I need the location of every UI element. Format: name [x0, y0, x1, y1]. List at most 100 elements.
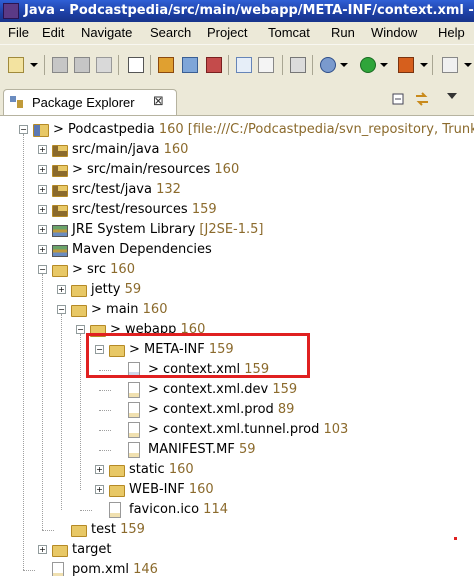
revision-count: 59 — [234, 442, 256, 457]
expand-icon[interactable]: + — [38, 225, 47, 234]
dirty-marker: > — [148, 422, 164, 437]
revision-count: 114 — [199, 502, 228, 517]
tree-item[interactable]: favicon.ico 114 — [0, 500, 474, 520]
collapse-icon[interactable]: − — [19, 125, 28, 134]
tree-item[interactable]: − > main 160 — [0, 300, 474, 320]
revision-count: 160 — [106, 262, 135, 277]
tree-item[interactable]: > context.xml.dev 159 — [0, 380, 474, 400]
revision-count: 160 [file:///C:/Podcastpedia/svn_reposit… — [154, 122, 474, 137]
collapse-icon[interactable]: − — [76, 325, 85, 334]
tree-item[interactable]: + src/test/java 132 — [0, 180, 474, 200]
run-dropdown-icon[interactable] — [380, 63, 388, 67]
tree-item[interactable]: > context.xml.tunnel.prod 103 — [0, 420, 474, 440]
tree-item[interactable]: − > Podcastpedia 160 [file:///C:/Podcastp… — [0, 120, 474, 140]
item-name: target — [72, 542, 112, 557]
stop-server-icon[interactable] — [206, 57, 222, 73]
expand-icon[interactable]: + — [57, 285, 66, 294]
tree-item-label: > context.xml.prod 89 — [148, 402, 294, 417]
menu-edit[interactable]: Edit — [42, 25, 64, 40]
expand-icon[interactable]: + — [38, 185, 47, 194]
package-explorer-icon — [10, 96, 23, 108]
print-icon[interactable] — [96, 57, 112, 73]
highlight-box — [86, 333, 310, 378]
item-name: JRE System Library — [72, 222, 196, 237]
menu-run[interactable]: Run — [331, 25, 355, 40]
view-menu-icon[interactable] — [446, 91, 458, 101]
expand-icon[interactable]: + — [38, 205, 47, 214]
collapse-icon[interactable]: − — [38, 265, 47, 274]
tree-item[interactable]: − > src 160 — [0, 260, 474, 280]
external-tools-dropdown-icon[interactable] — [420, 63, 428, 67]
new-package-dropdown-icon[interactable] — [464, 63, 472, 67]
view-header: Package Explorer ⊠ — [0, 85, 474, 115]
tree-item-label: static 160 — [129, 462, 194, 477]
tree-item[interactable]: MANIFEST.MF 59 — [0, 440, 474, 460]
tab-package-explorer[interactable]: Package Explorer ⊠ — [3, 89, 177, 115]
tree-item[interactable]: + JRE System Library [J2SE-1.5] — [0, 220, 474, 240]
external-tools-icon[interactable] — [398, 57, 414, 73]
library-icon — [52, 245, 68, 257]
debug-icon[interactable] — [320, 57, 336, 73]
save-icon[interactable] — [52, 57, 68, 73]
tree-item[interactable]: pom.xml 146 — [0, 560, 474, 576]
eclipse-window: Java - Podcastpedia/src/main/webapp/META… — [0, 0, 474, 576]
tree-item[interactable]: + WEB-INF 160 — [0, 480, 474, 500]
save-all-icon[interactable] — [74, 57, 90, 73]
pin-icon[interactable] — [290, 57, 306, 73]
expand-icon[interactable]: + — [38, 145, 47, 154]
tree-item-label: JRE System Library [J2SE-1.5] — [72, 222, 264, 237]
menu-search[interactable]: Search — [150, 25, 191, 40]
paragraph-icon[interactable] — [258, 57, 274, 73]
window-title: Java - Podcastpedia/src/main/webapp/META… — [24, 3, 474, 18]
expand-icon[interactable]: + — [95, 485, 104, 494]
menu-help[interactable]: Help — [438, 25, 465, 40]
tree-item[interactable]: + Maven Dependencies — [0, 240, 474, 260]
new-dropdown-icon[interactable] — [30, 63, 38, 67]
tree-item[interactable]: test 159 — [0, 520, 474, 540]
tree-item[interactable]: + > src/main/resources 160 — [0, 160, 474, 180]
tree-item[interactable]: + jetty 59 — [0, 280, 474, 300]
menu-navigate[interactable]: Navigate — [81, 25, 132, 40]
new-package-icon[interactable] — [442, 57, 458, 73]
new-icon[interactable] — [8, 57, 24, 73]
menu-project[interactable]: Project — [207, 25, 247, 40]
menu-window[interactable]: Window — [371, 25, 417, 40]
revision-count: 160 — [159, 142, 189, 157]
tree-item[interactable]: + static 160 — [0, 460, 474, 480]
item-name: WEB-INF — [129, 482, 185, 497]
collapse-icon[interactable]: − — [57, 305, 66, 314]
file-icon — [109, 502, 121, 518]
toolbar-separator — [282, 55, 283, 75]
red-dot — [454, 537, 457, 540]
dirty-marker: > — [72, 262, 88, 277]
item-name: static — [129, 462, 165, 477]
expand-icon[interactable]: + — [95, 465, 104, 474]
item-name: test — [91, 522, 116, 537]
binary-icon[interactable] — [128, 57, 144, 73]
debug-config-icon[interactable] — [182, 57, 198, 73]
file-icon — [128, 422, 140, 438]
tree-item-label: target — [72, 542, 112, 557]
expand-icon[interactable]: + — [38, 165, 47, 174]
menu-file[interactable]: File — [8, 25, 29, 40]
close-icon[interactable]: ⊠ — [153, 94, 164, 109]
tree-item[interactable]: + src/test/resources 159 — [0, 200, 474, 220]
menu-tomcat[interactable]: Tomcat — [268, 25, 310, 40]
collapse-all-icon[interactable] — [392, 93, 406, 107]
tree-item[interactable]: > context.xml.prod 89 — [0, 400, 474, 420]
tree-guide-line — [23, 570, 35, 571]
tree-item[interactable]: + target — [0, 540, 474, 560]
revision-count: 146 — [128, 562, 158, 576]
expand-icon[interactable]: + — [38, 245, 47, 254]
link-with-editor-icon[interactable] — [414, 91, 430, 107]
run-icon[interactable] — [360, 57, 376, 73]
expand-icon[interactable]: + — [38, 545, 47, 554]
tree-guide-line — [99, 450, 111, 451]
bug-icon[interactable] — [158, 57, 174, 73]
debug-dropdown-icon[interactable] — [340, 63, 348, 67]
tree-item[interactable]: + src/main/java 160 — [0, 140, 474, 160]
toggle-icon[interactable] — [236, 57, 252, 73]
toolbar-separator — [118, 55, 119, 75]
tree-item-label: > src 160 — [72, 262, 135, 277]
dirty-marker: > — [91, 302, 107, 317]
